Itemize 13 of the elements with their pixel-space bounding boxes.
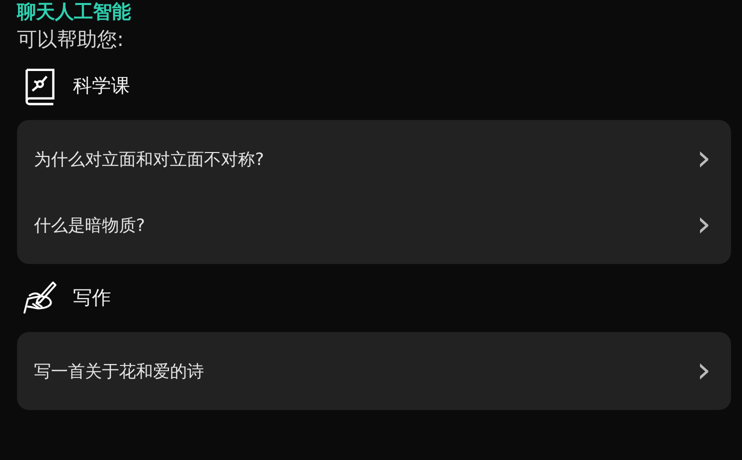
app-title: 聊天人工智能 bbox=[17, 0, 132, 24]
chevron-icon: › bbox=[696, 207, 711, 243]
suggestion-item[interactable]: 为什么对立面和对立面不对称? › bbox=[17, 126, 731, 192]
section-title: 科学课 bbox=[73, 74, 130, 99]
chevron-icon: › bbox=[696, 141, 711, 177]
suggestion-item[interactable]: 写一首关于花和爱的诗 › bbox=[17, 338, 731, 404]
chevron-icon: › bbox=[696, 353, 711, 389]
suggestion-text: 写一首关于花和爱的诗 bbox=[34, 360, 204, 382]
suggestion-text: 为什么对立面和对立面不对称? bbox=[34, 148, 264, 170]
suggestion-text: 什么是暗物质? bbox=[34, 214, 146, 236]
suggestion-item[interactable]: 什么是暗物质? › bbox=[17, 192, 731, 258]
subtitle: 可以帮助您: bbox=[17, 26, 125, 52]
section-title: 写作 bbox=[73, 286, 111, 311]
